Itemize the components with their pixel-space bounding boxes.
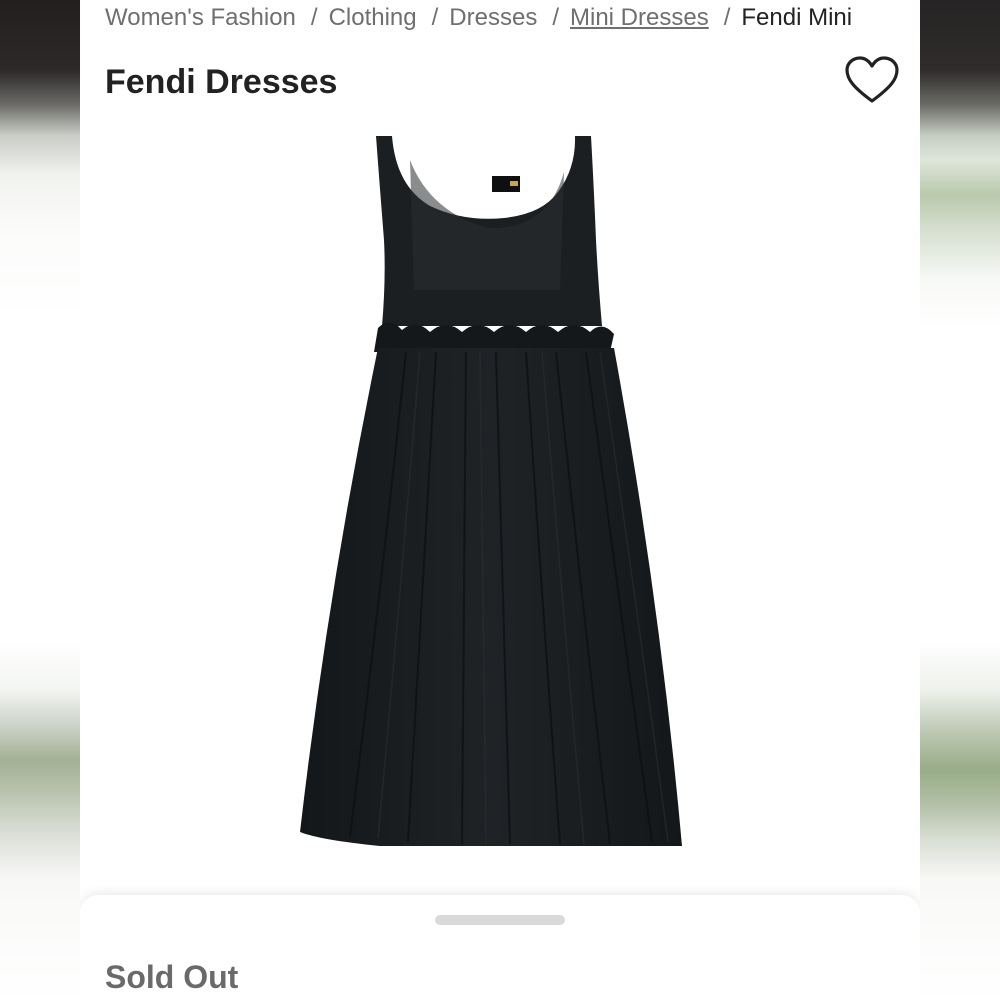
drag-handle[interactable] — [435, 915, 565, 925]
bottom-sheet[interactable]: Sold Out — [80, 895, 920, 1000]
breadcrumb-separator: / — [723, 4, 731, 31]
breadcrumb: Women's Fashion / Clothing / Dresses / Mini Dr… — [105, 2, 852, 34]
dress-illustration — [300, 136, 682, 846]
page-title: Fendi Dresses — [105, 60, 337, 104]
product-category: Dresses — [205, 63, 338, 101]
favorite-button[interactable] — [844, 56, 900, 106]
breadcrumb-item-dresses[interactable]: Dresses — [449, 4, 537, 31]
product-brand[interactable]: Fendi — [105, 63, 196, 101]
heart-icon — [845, 56, 899, 103]
breadcrumb-item-current: Fendi Mini — [741, 4, 853, 31]
breadcrumb-item-mini-dresses[interactable]: Mini Dresses — [570, 4, 709, 31]
product-image[interactable] — [280, 120, 720, 860]
breadcrumb-item-clothing[interactable]: Clothing — [329, 4, 417, 31]
sold-out-status: Sold Out — [105, 959, 239, 995]
background-right-edge — [920, 0, 1000, 1000]
breadcrumb-separator: / — [552, 4, 559, 31]
product-page: Women's Fashion / Clothing / Dresses / Mini Dr… — [80, 0, 920, 1000]
breadcrumb-separator: / — [310, 4, 318, 31]
background-left-edge — [0, 0, 80, 1000]
breadcrumb-item-womens-fashion[interactable]: Women's Fashion — [105, 4, 296, 31]
breadcrumb-separator: / — [431, 4, 439, 31]
